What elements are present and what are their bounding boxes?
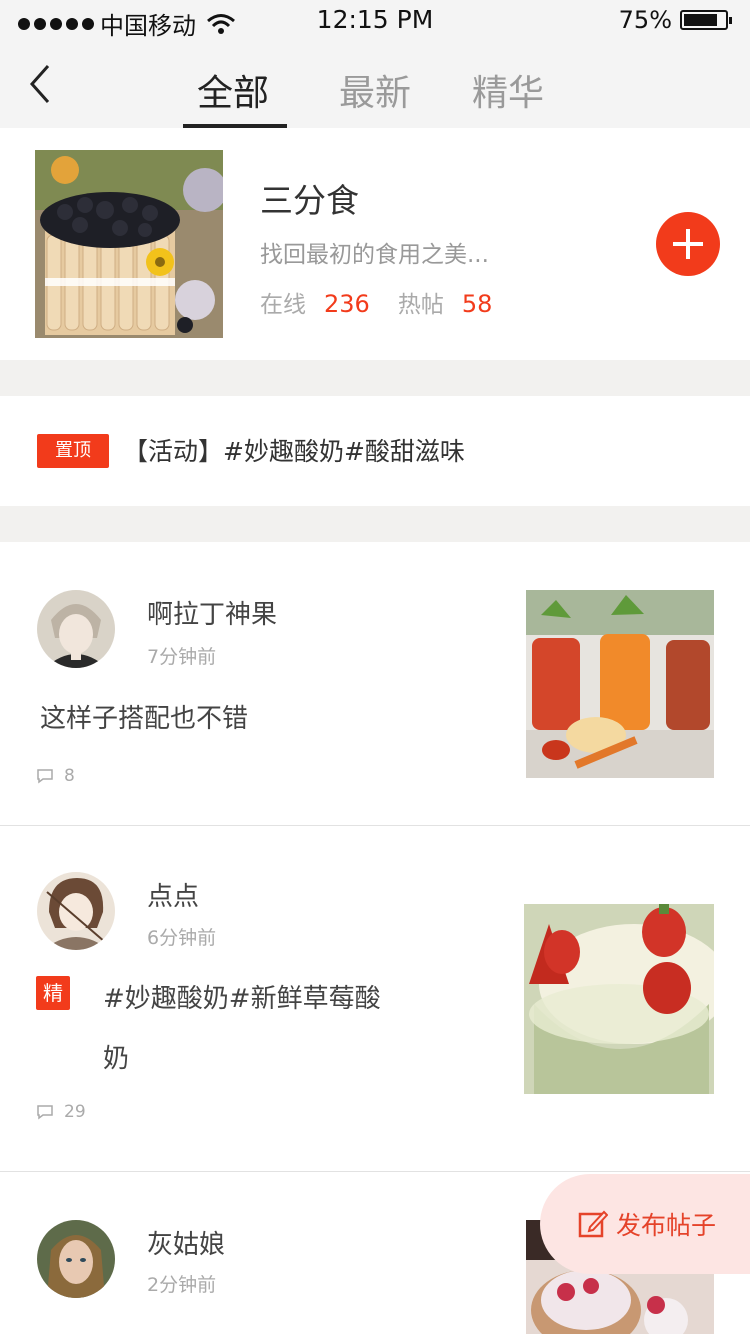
join-group-button[interactable] (656, 212, 720, 276)
post-item[interactable]: 啊拉丁神果 7分钟前 这样子搭配也不错 8 (0, 542, 750, 826)
post-thumbnail[interactable] (526, 590, 714, 778)
featured-badge: 精 (36, 976, 70, 1010)
compose-icon (578, 1210, 608, 1238)
online-count: 236 (324, 290, 370, 318)
battery-icon (680, 10, 732, 30)
back-arrow-icon[interactable] (26, 62, 56, 106)
post-author[interactable]: 啊拉丁神果 (147, 594, 277, 631)
group-cover-image[interactable] (35, 150, 223, 338)
post-time: 6分钟前 (147, 927, 217, 949)
post-author[interactable]: 灰姑娘 (147, 1224, 225, 1261)
status-bar: 中国移动 12:15 PM 75% (0, 0, 750, 40)
post-author[interactable]: 点点 (147, 876, 199, 913)
comment-icon (37, 1105, 53, 1120)
post-text[interactable]: 这样子搭配也不错 (40, 698, 248, 735)
nav-bar: 全部 最新 精华 (0, 40, 750, 128)
comment-icon (37, 769, 53, 784)
hot-label: 热帖 (397, 292, 444, 318)
hot-count: 58 (461, 290, 493, 318)
post-time: 7分钟前 (147, 646, 217, 668)
group-header: 三分食 找回最初的食用之美... 在线 236 热帖 58 (0, 128, 750, 360)
avatar[interactable] (37, 872, 115, 950)
comment-count[interactable]: 29 (36, 1102, 86, 1122)
pinned-post[interactable]: 置顶 【活动】#妙趣酸奶#酸甜滋味 (0, 396, 750, 506)
publish-post-button[interactable]: 发布帖子 (540, 1174, 750, 1274)
battery-percent: 75% (618, 6, 672, 34)
tab-featured[interactable]: 精华 (472, 64, 544, 116)
comment-count-value: 8 (64, 766, 75, 786)
avatar[interactable] (37, 590, 115, 668)
post-item[interactable]: 点点 6分钟前 精 #妙趣酸奶#新鲜草莓酸 奶 29 (0, 826, 750, 1172)
pinned-title[interactable]: 【活动】#妙趣酸奶#酸甜滋味 (123, 432, 465, 468)
pinned-badge: 置顶 (37, 434, 109, 468)
post-text-continued[interactable]: 奶 (103, 1038, 129, 1075)
tab-latest[interactable]: 最新 (339, 64, 411, 116)
group-name: 三分食 (260, 181, 359, 220)
section-divider (0, 360, 750, 396)
tab-all[interactable]: 全部 (197, 64, 269, 116)
battery-info: 75% (618, 6, 732, 34)
comment-count[interactable]: 8 (36, 766, 75, 786)
publish-post-label: 发布帖子 (616, 1211, 717, 1240)
section-divider (0, 506, 750, 542)
post-thumbnail[interactable] (524, 904, 714, 1094)
avatar[interactable] (37, 1220, 115, 1298)
comment-count-value: 29 (64, 1102, 86, 1122)
group-description: 找回最初的食用之美... (260, 242, 489, 268)
online-label: 在线 (260, 292, 306, 318)
group-stats: 在线 236 热帖 58 (260, 285, 520, 319)
post-text[interactable]: #妙趣酸奶#新鲜草莓酸 (103, 978, 381, 1015)
post-time: 2分钟前 (147, 1274, 217, 1296)
